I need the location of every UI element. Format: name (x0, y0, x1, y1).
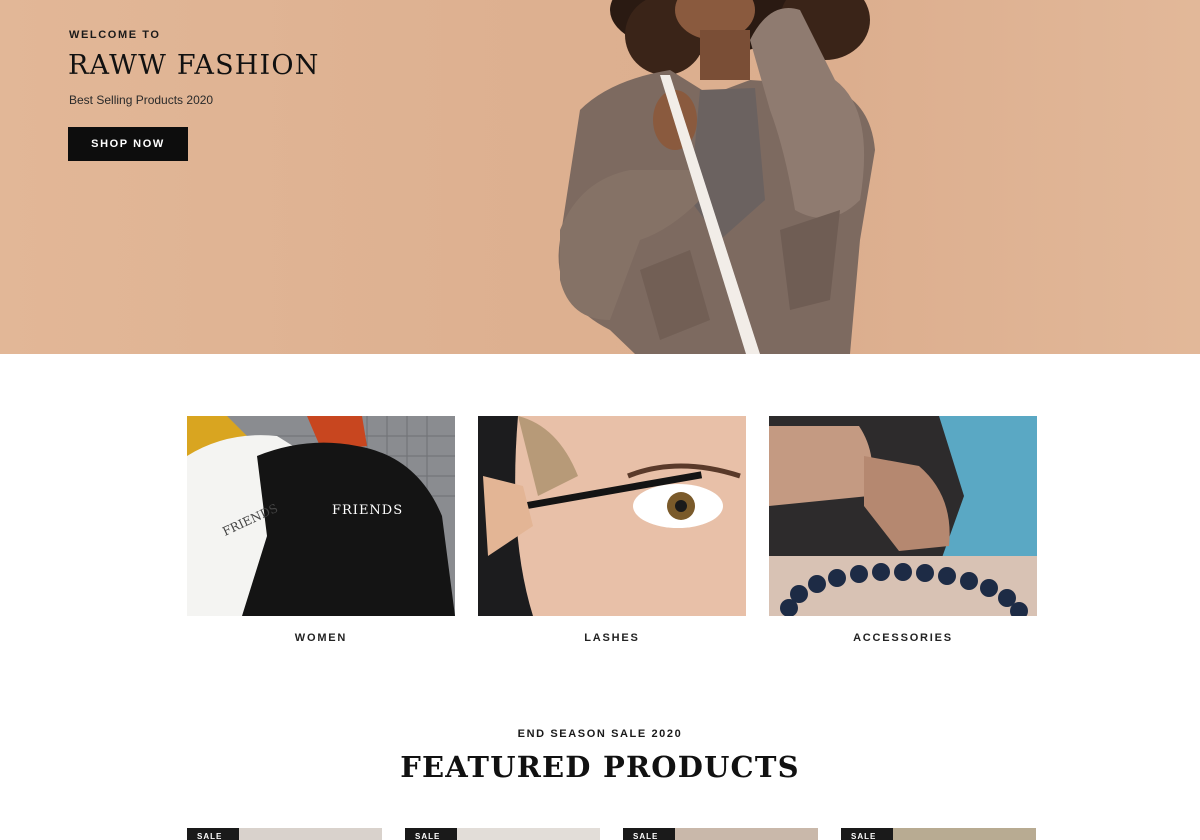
category-accessories-label[interactable]: ACCESSORIES (769, 632, 1037, 644)
category-accessories-image[interactable] (769, 416, 1037, 616)
product-card[interactable]: SALE (187, 828, 382, 840)
category-women-label[interactable]: WOMEN (187, 632, 455, 644)
sale-badge: SALE (187, 828, 239, 840)
hero-banner: WELCOME TO RAWW FASHION Best Selling Pro… (0, 0, 1200, 354)
shop-now-button[interactable]: SHOP NOW (68, 127, 188, 161)
featured-title: FEATURED PRODUCTS (400, 750, 800, 784)
sale-badge: SALE (841, 828, 893, 840)
hero-model-image (558, 0, 875, 354)
product-card[interactable]: SALE (405, 828, 600, 840)
category-lashes-image[interactable] (478, 416, 746, 616)
category-accessories[interactable]: ACCESSORIES (769, 416, 1037, 644)
featured-eyebrow: END SEASON SALE 2020 (517, 728, 683, 740)
category-women-image[interactable]: FRIENDS FRIENDS (187, 416, 455, 616)
product-card[interactable]: SALE (841, 828, 1036, 840)
friends-print-black: FRIENDS (332, 503, 403, 518)
category-lashes[interactable]: LASHES (478, 416, 746, 644)
sale-badge: SALE (405, 828, 457, 840)
hero-subtitle: Best Selling Products 2020 (69, 93, 214, 107)
product-card[interactable]: SALE (623, 828, 818, 840)
hero-title: RAWW FASHION (68, 50, 320, 81)
sale-badge: SALE (623, 828, 675, 840)
category-women[interactable]: FRIENDS FRIENDS WOMEN (187, 416, 455, 644)
hero-eyebrow: WELCOME TO (69, 29, 161, 41)
category-lashes-label[interactable]: LASHES (478, 632, 746, 644)
